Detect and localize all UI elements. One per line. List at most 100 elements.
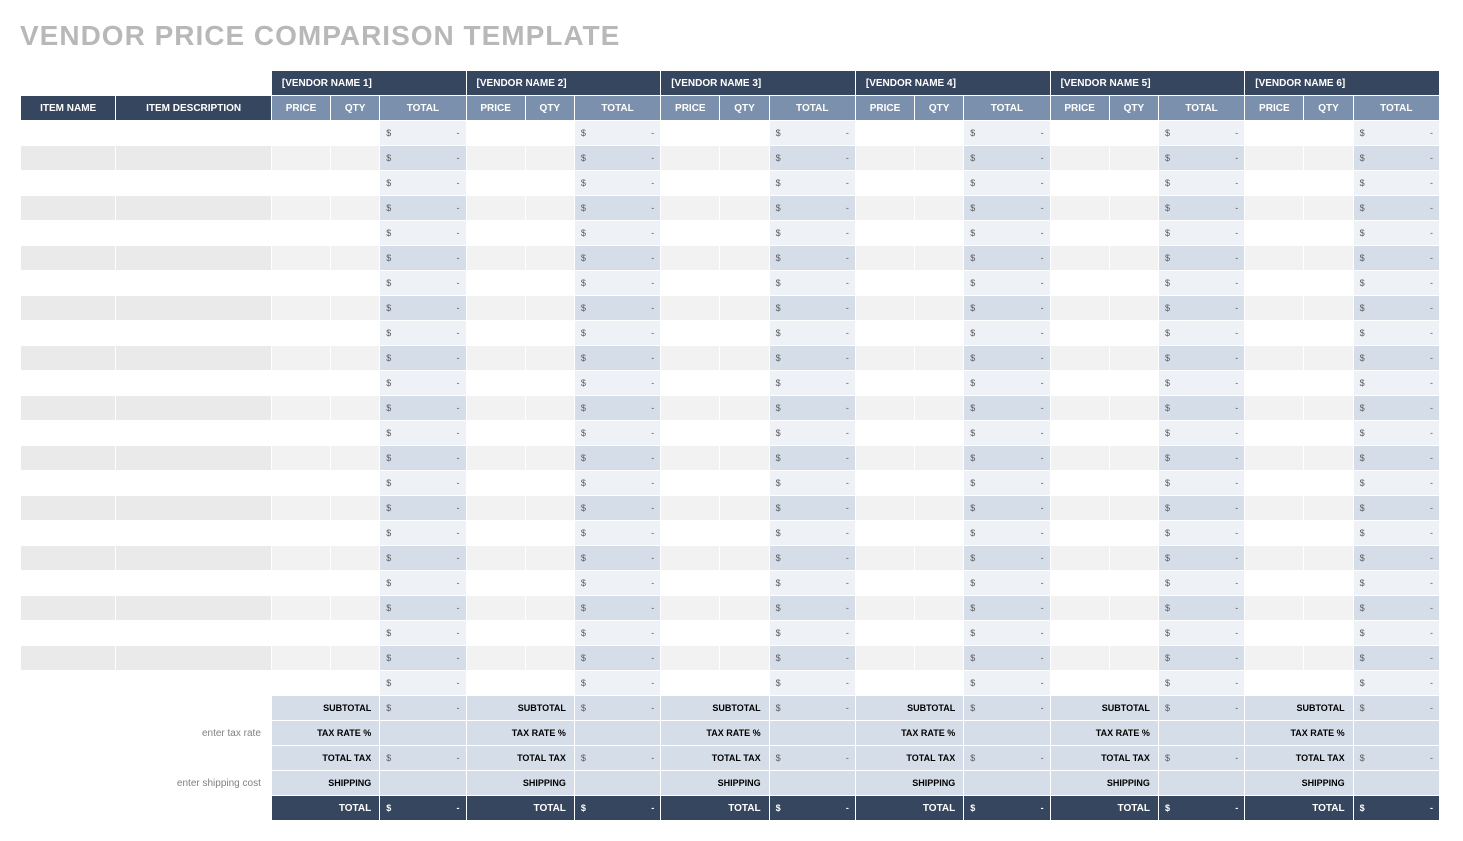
shipping-cell[interactable] bbox=[574, 771, 660, 796]
qty-cell[interactable] bbox=[1304, 346, 1353, 371]
price-cell[interactable] bbox=[1050, 121, 1109, 146]
qty-cell[interactable] bbox=[720, 446, 769, 471]
qty-cell[interactable] bbox=[1109, 396, 1158, 421]
item-name-cell[interactable] bbox=[21, 546, 116, 571]
qty-cell[interactable] bbox=[1109, 321, 1158, 346]
qty-cell[interactable] bbox=[915, 671, 964, 696]
price-cell[interactable] bbox=[466, 421, 525, 446]
item-desc-cell[interactable] bbox=[116, 421, 272, 446]
price-cell[interactable] bbox=[466, 646, 525, 671]
qty-cell[interactable] bbox=[1304, 646, 1353, 671]
price-cell[interactable] bbox=[1050, 621, 1109, 646]
qty-cell[interactable] bbox=[915, 596, 964, 621]
qty-cell[interactable] bbox=[525, 371, 574, 396]
qty-cell[interactable] bbox=[331, 496, 380, 521]
item-desc-cell[interactable] bbox=[116, 146, 272, 171]
qty-cell[interactable] bbox=[1304, 271, 1353, 296]
price-cell[interactable] bbox=[271, 496, 330, 521]
item-name-cell[interactable] bbox=[21, 621, 116, 646]
qty-cell[interactable] bbox=[525, 221, 574, 246]
price-cell[interactable] bbox=[1050, 146, 1109, 171]
price-cell[interactable] bbox=[1245, 371, 1304, 396]
item-desc-cell[interactable] bbox=[116, 671, 272, 696]
taxrate-cell[interactable] bbox=[1353, 721, 1439, 746]
item-name-cell[interactable] bbox=[21, 221, 116, 246]
price-cell[interactable] bbox=[855, 371, 914, 396]
price-cell[interactable] bbox=[661, 596, 720, 621]
price-cell[interactable] bbox=[1050, 421, 1109, 446]
qty-cell[interactable] bbox=[525, 146, 574, 171]
qty-cell[interactable] bbox=[915, 271, 964, 296]
qty-cell[interactable] bbox=[1304, 171, 1353, 196]
price-cell[interactable] bbox=[1050, 546, 1109, 571]
qty-cell[interactable] bbox=[525, 396, 574, 421]
qty-cell[interactable] bbox=[331, 671, 380, 696]
item-desc-cell[interactable] bbox=[116, 321, 272, 346]
item-desc-cell[interactable] bbox=[116, 546, 272, 571]
qty-cell[interactable] bbox=[720, 571, 769, 596]
qty-cell[interactable] bbox=[1304, 546, 1353, 571]
qty-cell[interactable] bbox=[331, 246, 380, 271]
item-name-cell[interactable] bbox=[21, 446, 116, 471]
qty-cell[interactable] bbox=[525, 421, 574, 446]
qty-cell[interactable] bbox=[915, 621, 964, 646]
qty-cell[interactable] bbox=[720, 546, 769, 571]
price-cell[interactable] bbox=[271, 171, 330, 196]
qty-cell[interactable] bbox=[331, 296, 380, 321]
qty-cell[interactable] bbox=[1304, 121, 1353, 146]
price-cell[interactable] bbox=[661, 446, 720, 471]
price-cell[interactable] bbox=[271, 296, 330, 321]
qty-cell[interactable] bbox=[1304, 421, 1353, 446]
qty-cell[interactable] bbox=[1109, 496, 1158, 521]
price-cell[interactable] bbox=[661, 396, 720, 421]
qty-cell[interactable] bbox=[720, 421, 769, 446]
price-cell[interactable] bbox=[1050, 596, 1109, 621]
item-desc-cell[interactable] bbox=[116, 171, 272, 196]
price-cell[interactable] bbox=[271, 371, 330, 396]
price-cell[interactable] bbox=[661, 421, 720, 446]
qty-cell[interactable] bbox=[331, 196, 380, 221]
qty-cell[interactable] bbox=[720, 171, 769, 196]
qty-cell[interactable] bbox=[1109, 371, 1158, 396]
price-cell[interactable] bbox=[661, 221, 720, 246]
price-cell[interactable] bbox=[271, 646, 330, 671]
item-name-cell[interactable] bbox=[21, 296, 116, 321]
qty-cell[interactable] bbox=[720, 296, 769, 321]
item-name-cell[interactable] bbox=[21, 346, 116, 371]
taxrate-cell[interactable] bbox=[964, 721, 1050, 746]
price-cell[interactable] bbox=[855, 271, 914, 296]
qty-cell[interactable] bbox=[525, 596, 574, 621]
price-cell[interactable] bbox=[855, 671, 914, 696]
qty-cell[interactable] bbox=[1304, 221, 1353, 246]
price-cell[interactable] bbox=[1245, 571, 1304, 596]
price-cell[interactable] bbox=[855, 471, 914, 496]
price-cell[interactable] bbox=[1245, 471, 1304, 496]
price-cell[interactable] bbox=[855, 196, 914, 221]
qty-cell[interactable] bbox=[915, 396, 964, 421]
price-cell[interactable] bbox=[466, 321, 525, 346]
qty-cell[interactable] bbox=[331, 546, 380, 571]
qty-cell[interactable] bbox=[1304, 521, 1353, 546]
price-cell[interactable] bbox=[466, 371, 525, 396]
qty-cell[interactable] bbox=[1304, 571, 1353, 596]
item-name-cell[interactable] bbox=[21, 521, 116, 546]
price-cell[interactable] bbox=[661, 671, 720, 696]
qty-cell[interactable] bbox=[1304, 371, 1353, 396]
price-cell[interactable] bbox=[661, 246, 720, 271]
price-cell[interactable] bbox=[1050, 321, 1109, 346]
price-cell[interactable] bbox=[855, 296, 914, 321]
qty-cell[interactable] bbox=[1304, 246, 1353, 271]
price-cell[interactable] bbox=[855, 496, 914, 521]
qty-cell[interactable] bbox=[915, 221, 964, 246]
price-cell[interactable] bbox=[271, 546, 330, 571]
qty-cell[interactable] bbox=[915, 496, 964, 521]
item-desc-cell[interactable] bbox=[116, 371, 272, 396]
price-cell[interactable] bbox=[271, 521, 330, 546]
item-name-cell[interactable] bbox=[21, 396, 116, 421]
qty-cell[interactable] bbox=[525, 471, 574, 496]
item-desc-cell[interactable] bbox=[116, 446, 272, 471]
price-cell[interactable] bbox=[271, 396, 330, 421]
price-cell[interactable] bbox=[661, 171, 720, 196]
qty-cell[interactable] bbox=[1109, 446, 1158, 471]
price-cell[interactable] bbox=[466, 346, 525, 371]
